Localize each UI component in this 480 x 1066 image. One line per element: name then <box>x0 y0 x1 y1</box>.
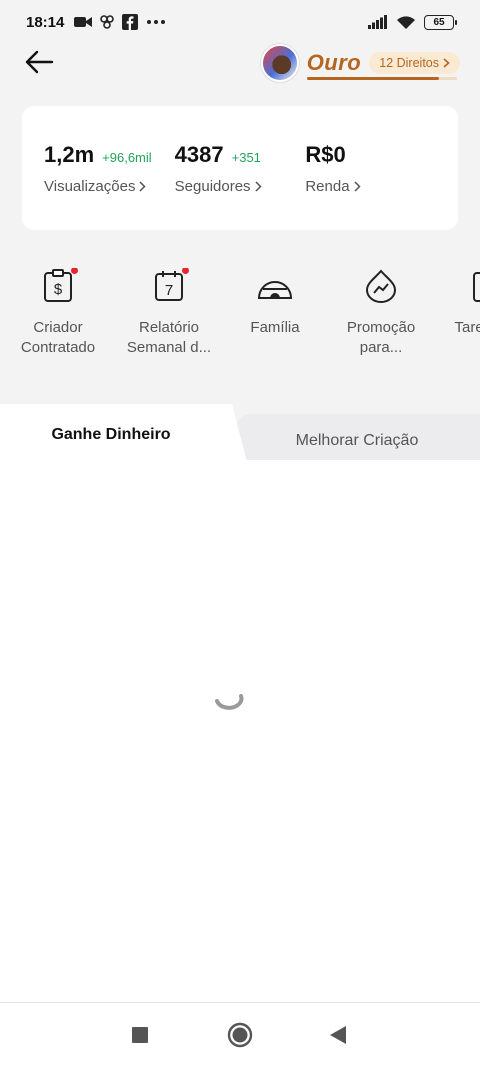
status-bar: 18:14 65 <box>0 0 480 44</box>
contract-dollar-icon: $ <box>44 269 72 302</box>
status-time: 18:14 <box>26 13 65 31</box>
home-button[interactable] <box>226 1021 254 1049</box>
promotion-trend-icon <box>365 269 397 303</box>
stat-followers-label: Seguidores <box>174 178 251 195</box>
tool-family[interactable]: Família <box>222 268 328 368</box>
tool-icon-wrap <box>363 268 399 304</box>
svg-text:7: 7 <box>165 282 173 299</box>
tool-icon-wrap <box>257 268 293 304</box>
link-icon <box>100 15 115 29</box>
tool-contracted-creator[interactable]: $ Criador Contratado <box>0 268 116 368</box>
stat-views-value: 1,2m <box>44 142 95 167</box>
task-icon <box>473 272 480 302</box>
tool-icon-wrap: 7 <box>151 268 189 304</box>
stats-card: 1,2m +96,6mil Visualizações 4387 +351 Segu… <box>22 106 458 230</box>
tools-row: $ Criador Contratado 7 Relatório Semanal… <box>0 268 480 368</box>
system-nav-bar <box>0 1002 480 1066</box>
chevron-right-icon <box>255 181 262 192</box>
circle-icon <box>227 1022 253 1048</box>
stat-views-label: Visualizações <box>44 178 136 195</box>
tool-label: Família <box>250 319 300 336</box>
tier-benefits-button[interactable]: 12 Direitos <box>369 52 460 74</box>
status-right-icons: 65 <box>368 0 457 44</box>
notification-dot <box>182 268 189 274</box>
tool-creator-tasks[interactable]: Taref Cria <box>434 268 480 368</box>
tool-label: Taref Cria <box>454 319 480 336</box>
tier-name: Ouro <box>306 50 362 75</box>
tool-promotion[interactable]: Promoção para... <box>328 268 434 368</box>
tier-badge-label: 12 Direitos <box>379 56 439 70</box>
stat-income-label: Renda <box>305 178 350 195</box>
tool-icon-wrap: $ <box>40 268 78 304</box>
square-icon <box>132 1027 148 1043</box>
tab-earn-money[interactable]: Ganhe Dinheiro <box>0 404 222 466</box>
stat-followers-delta: +351 <box>231 150 261 165</box>
tab-content <box>0 460 480 1002</box>
tool-label: Promoção para... <box>346 319 416 356</box>
stat-views-delta: +96,6mil <box>102 150 152 165</box>
tier-block: Ouro 12 Direitos <box>306 44 460 82</box>
chevron-right-icon <box>443 58 450 68</box>
tab-bar: Ganhe Dinheiro Melhorar Criação <box>0 404 480 466</box>
tool-label: Criador Contratado <box>20 319 96 356</box>
stat-followers[interactable]: 4387 +351 Seguidores <box>175 142 306 230</box>
notification-dot <box>71 268 78 274</box>
video-camera-icon <box>74 17 93 27</box>
more-dots-icon <box>147 20 166 24</box>
stat-followers-value: 4387 <box>174 142 224 167</box>
tool-icon-wrap <box>469 268 480 304</box>
calendar-7-icon: 7 <box>155 271 183 301</box>
facebook-icon <box>122 14 139 30</box>
stat-views[interactable]: 1,2m +96,6mil Visualizações <box>44 142 175 230</box>
avatar[interactable] <box>260 44 299 82</box>
svg-text:$: $ <box>54 281 63 298</box>
triangle-left-icon <box>330 1026 346 1044</box>
signal-icon <box>368 15 387 29</box>
chevron-right-icon <box>354 181 361 192</box>
loading-spinner-icon <box>215 694 244 710</box>
status-left-icons <box>74 14 166 30</box>
arrow-left-icon <box>25 50 54 74</box>
header: Ouro 12 Direitos <box>0 44 480 94</box>
back-button[interactable] <box>22 46 56 78</box>
tier-progress-bar <box>306 77 457 80</box>
tier-progress-fill <box>306 77 439 80</box>
tier-summary[interactable]: Ouro 12 Direitos <box>260 44 460 82</box>
wifi-icon <box>397 15 415 29</box>
igloo-icon <box>258 281 292 299</box>
chevron-right-icon <box>139 181 147 192</box>
recents-button[interactable] <box>126 1021 154 1049</box>
tool-label: Relatório Semanal d... <box>126 319 212 356</box>
tool-weekly-report[interactable]: 7 Relatório Semanal d... <box>116 268 222 368</box>
battery-icon: 65 <box>424 14 457 30</box>
stat-income[interactable]: R$0 Renda <box>305 142 436 230</box>
back-nav-button[interactable] <box>324 1021 352 1049</box>
stat-income-value: R$0 <box>305 142 346 167</box>
battery-level: 65 <box>433 16 445 28</box>
